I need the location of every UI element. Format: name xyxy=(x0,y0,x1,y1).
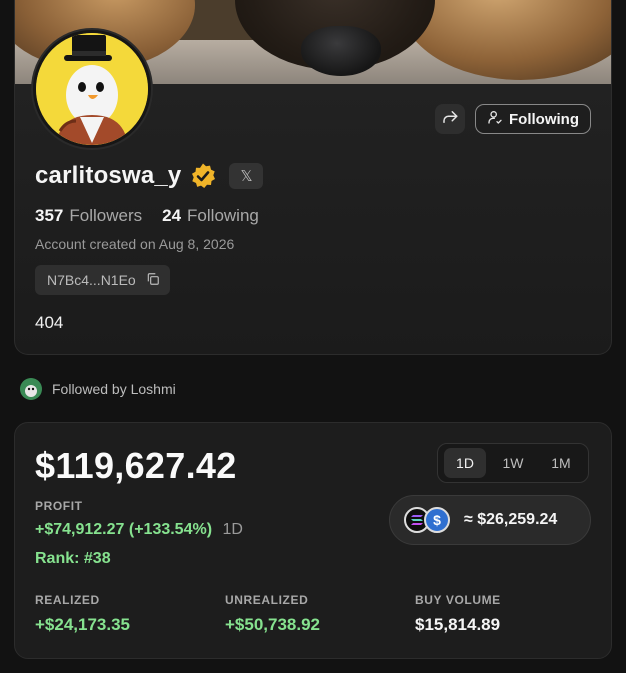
profit-row: +$74,912.27 (+133.54%) 1D xyxy=(35,521,243,539)
usdc-icon: $ xyxy=(424,507,450,533)
followers-count[interactable]: 357 xyxy=(35,206,63,226)
range-tab-1d[interactable]: 1D xyxy=(444,448,486,478)
following-label[interactable]: Following xyxy=(187,206,259,226)
followed-by-text: Followed by Loshmi xyxy=(52,381,176,397)
followers-label[interactable]: Followers xyxy=(69,206,142,226)
realized-value: +$24,173.35 xyxy=(35,615,131,634)
profit-period: 1D xyxy=(222,521,243,538)
username-row: carlitoswa_y 𝕏 xyxy=(35,162,264,190)
profit-value: +$74,912.27 (+133.54%) xyxy=(35,521,213,538)
portfolio-stats-card: $119,627.42 1D 1W 1M PROFIT +$74,912.27 … xyxy=(14,422,612,659)
buy-volume-metric: BUY VOLUME $15,814.89 xyxy=(415,593,501,635)
range-tab-1m[interactable]: 1M xyxy=(540,448,582,478)
account-created: Account created on Aug 8, 2026 xyxy=(35,236,235,252)
following-button-label: Following xyxy=(509,110,579,128)
holdings-pill[interactable]: $ ≈ $26,259.24 xyxy=(389,495,591,545)
unrealized-label: UNREALIZED xyxy=(225,593,309,607)
username: carlitoswa_y xyxy=(35,162,182,189)
profit-label: PROFIT xyxy=(35,499,83,513)
followed-by[interactable]: Followed by Loshmi xyxy=(20,378,176,400)
follower-avatar xyxy=(20,378,42,400)
portfolio-balance: $119,627.42 xyxy=(35,445,237,486)
buy-volume-label: BUY VOLUME xyxy=(415,593,501,607)
realized-metric: REALIZED +$24,173.35 xyxy=(35,593,130,635)
range-tab-1w[interactable]: 1W xyxy=(492,448,534,478)
follow-stats: 357 Followers 24 Following xyxy=(35,206,273,226)
copy-icon[interactable] xyxy=(146,272,160,289)
avatar[interactable] xyxy=(33,30,151,148)
unrealized-value: +$50,738.92 xyxy=(225,615,321,634)
realized-label: REALIZED xyxy=(35,593,100,607)
following-button[interactable]: Following xyxy=(475,104,591,134)
buy-volume-value: $15,814.89 xyxy=(415,615,501,634)
profile-card: Following carlitoswa_y 𝕏 357 Followers 2… xyxy=(14,0,612,355)
share-button[interactable] xyxy=(435,104,465,134)
rank: Rank: #38 xyxy=(35,550,111,567)
holdings-value: ≈ $26,259.24 xyxy=(464,511,558,528)
x-profile-link[interactable]: 𝕏 xyxy=(229,163,264,189)
wallet-address-chip[interactable]: N7Bc4...N1Eo xyxy=(35,265,170,295)
range-tabs: 1D 1W 1M xyxy=(437,443,589,483)
unrealized-metric: UNREALIZED +$50,738.92 xyxy=(225,593,320,635)
token-icons: $ xyxy=(404,507,458,533)
wallet-address: N7Bc4...N1Eo xyxy=(47,272,136,288)
verified-badge-icon xyxy=(189,162,217,190)
share-icon xyxy=(441,108,459,131)
user-check-icon xyxy=(487,109,503,129)
profile-bio: 404 xyxy=(35,313,64,332)
following-count[interactable]: 24 xyxy=(162,206,181,226)
